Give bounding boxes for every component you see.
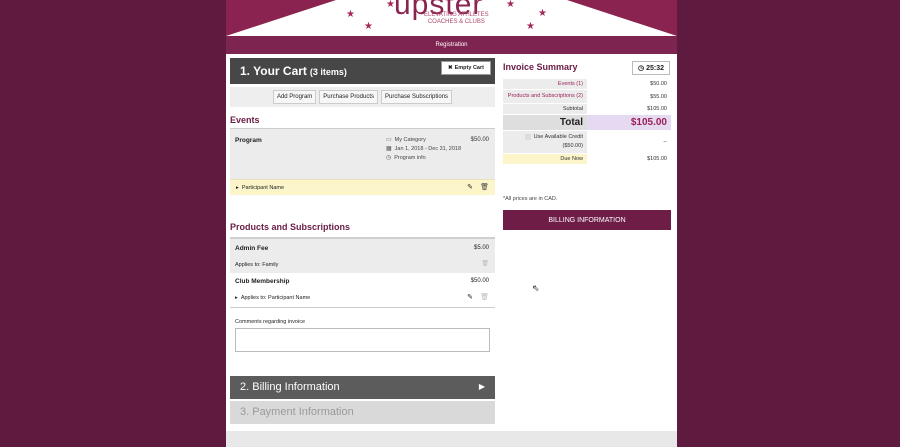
trash-icon: 🗑 <box>481 261 489 267</box>
star-icon: ★ <box>506 0 515 10</box>
invoice-subtotal-label: Subtotal <box>503 103 587 115</box>
invoice-events-label[interactable]: Events (1) <box>503 79 587 90</box>
pencil-icon[interactable]: ✎ <box>467 293 473 301</box>
event-name: Program <box>235 137 262 144</box>
invoice-due-value: $105.00 <box>587 153 671 165</box>
mouse-cursor-icon: ⇖ <box>532 283 540 293</box>
product-name: Club Membership <box>235 278 290 285</box>
close-icon: ✖ <box>448 65 453 71</box>
step-billing-information[interactable]: 2. Billing Information ▶ <box>230 376 495 399</box>
product-applies-to[interactable]: ▸ Applies to: Participant Name <box>235 295 310 301</box>
product-price: $50.00 <box>470 278 489 284</box>
product-price: $5.00 <box>473 245 489 251</box>
star-icon: ★ <box>526 21 535 32</box>
pencil-icon[interactable]: ✎ <box>467 183 473 191</box>
invoice-row-products: Products and Subscriptions (2) $55.00 <box>503 89 671 104</box>
invoice-row-total: Total $105.00 <box>503 114 671 131</box>
invoice-table: Events (1) $50.00 Products and Subscript… <box>503 79 671 165</box>
invoice-events-value: $50.00 <box>587 79 671 90</box>
invoice-title: Invoice Summary <box>503 62 578 72</box>
event-info: Program info <box>394 155 426 161</box>
event-price: $50.00 <box>470 137 489 143</box>
product-item: Admin Fee $5.00 Applies to: Family 🗑 <box>230 237 495 273</box>
header-banner: ★ ★ ★ ★ ★ ★ upster ELEVATING ATHLETES CO… <box>226 0 677 36</box>
page-footer-strip <box>226 431 677 447</box>
invoice-products-label[interactable]: Products and Subscriptions (2) <box>503 89 587 104</box>
comments-section: Comments regarding invoice <box>230 307 495 357</box>
timer-value: 25:32 <box>646 64 664 72</box>
step-payment-label: 3. Payment Information <box>240 406 354 418</box>
registration-page: ★ ★ ★ ★ ★ ★ upster ELEVATING ATHLETES CO… <box>226 0 677 447</box>
event-meta: ▭ My Category ▦ Jan 1, 2018 - Dec 31, 2018… <box>386 136 472 163</box>
product-applies-to: Applies to: Family <box>235 262 279 268</box>
star-icon: ★ <box>364 21 373 32</box>
chevron-right-icon: ▶ <box>478 382 485 391</box>
trash-icon: 🗑 <box>480 294 489 301</box>
add-program-button[interactable]: Add Program <box>272 90 317 104</box>
step-payment-information: 3. Payment Information <box>230 401 495 424</box>
invoice-total-label: Total <box>503 114 587 131</box>
event-dates: Jan 1, 2018 - Dec 31, 2018 <box>394 146 462 152</box>
invoice-products-value: $55.00 <box>587 89 671 104</box>
logo-tagline: ELEVATING ATHLETES COACHES & CLUBS <box>424 12 489 25</box>
product-name: Admin Fee <box>235 245 269 252</box>
cart-actions-bar: Add Program Purchase Products Purchase S… <box>230 87 495 107</box>
comments-label: Comments regarding invoice <box>235 319 306 325</box>
cart-header: 1. Your Cart (3 items) ✖ Empty Cart <box>230 58 495 84</box>
purchase-subscriptions-button[interactable]: Purchase Subscriptions <box>381 90 453 104</box>
trash-icon[interactable]: 🗑 <box>480 183 489 191</box>
step-billing-label: 2. Billing Information <box>240 381 340 393</box>
invoice-subtotal-value: $105.00 <box>587 103 671 115</box>
session-timer: ◷ 25:32 <box>632 61 670 75</box>
participant-label: ▸ Participant Name <box>236 185 285 191</box>
product-item: Club Membership $50.00 ▸ Applies to: Par… <box>230 273 495 307</box>
invoice-row-events: Events (1) $50.00 <box>503 79 671 90</box>
use-credit-checkbox[interactable] <box>524 133 531 140</box>
invoice-row-subtotal: Subtotal $105.00 <box>503 103 671 115</box>
invoice-due-label: Due Now <box>503 153 587 165</box>
cart-title: 1. Your Cart (3 items) <box>240 64 347 78</box>
invoice-row-credit: Use Available Credit ($50.00) -- <box>503 130 671 154</box>
currency-note: *All prices are in CAD. <box>503 196 558 202</box>
billing-information-button[interactable]: BILLING INFORMATION <box>503 210 671 230</box>
events-heading: Events <box>230 115 260 125</box>
invoice-row-due: Due Now $105.00 <box>503 153 671 165</box>
event-item: Program ▭ My Category ▦ Jan 1, 2018 - Dec … <box>230 128 495 179</box>
use-credit-option[interactable]: Use Available Credit ($50.00) <box>503 130 587 154</box>
clock-icon: ◷ <box>386 155 392 161</box>
invoice-credit-value: -- <box>587 130 671 154</box>
clock-icon: ◷ <box>637 65 645 72</box>
comments-input[interactable] <box>235 328 490 352</box>
empty-cart-button[interactable]: ✖ Empty Cart <box>441 61 491 75</box>
banner-left-shape <box>226 0 336 36</box>
purchase-products-button[interactable]: Purchase Products <box>319 90 378 104</box>
calendar-icon: ▦ <box>386 146 392 152</box>
products-heading: Products and Subscriptions <box>230 222 351 232</box>
event-category: My Category <box>394 137 426 143</box>
cart-item-count: (3 items) <box>309 67 347 77</box>
folder-icon: ▭ <box>386 137 392 143</box>
participant-row[interactable]: ▸ Participant Name ✎ 🗑 <box>230 179 495 195</box>
registration-link[interactable]: Registration <box>435 42 467 48</box>
registration-nav[interactable]: Registration <box>226 36 677 54</box>
invoice-total-value: $105.00 <box>587 114 671 131</box>
star-icon: ★ <box>538 8 547 19</box>
banner-right-shape <box>567 0 677 36</box>
star-icon: ★ <box>346 9 355 20</box>
